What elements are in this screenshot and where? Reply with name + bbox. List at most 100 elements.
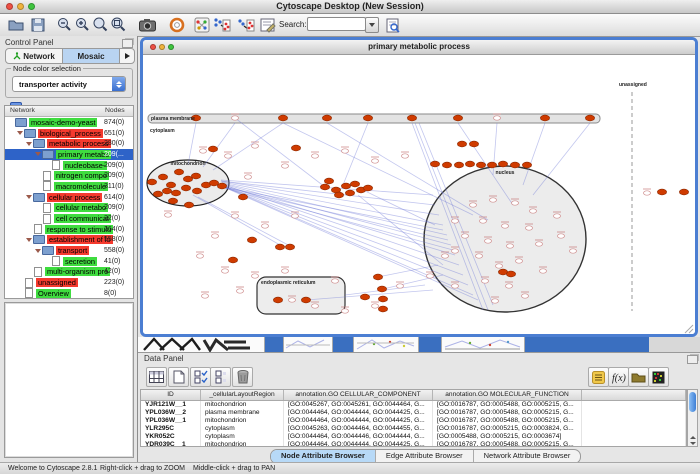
table-row[interactable]: YPL036W__1mitochondrion[GO:0044464, GO:0…	[141, 417, 686, 425]
graph-node[interactable]	[485, 239, 492, 243]
tree-row-biological-process[interactable]: biological_process651(0)	[5, 128, 133, 139]
table-cell[interactable]: [GO:0044464, GO:0044444, GO:0044425, G..…	[284, 417, 433, 425]
scroll-down-icon[interactable]	[689, 440, 696, 446]
graph-node[interactable]	[397, 284, 404, 288]
zoom-fit-icon[interactable]	[109, 16, 127, 34]
window-titlebar[interactable]: Cytoscape Desktop (New Session)	[0, 0, 700, 14]
graph-node-selected[interactable]	[407, 115, 416, 121]
graph-node[interactable]	[402, 154, 409, 158]
graph-node-selected[interactable]	[192, 188, 201, 194]
graph-node[interactable]	[516, 259, 523, 263]
table-cell[interactable]	[582, 409, 686, 417]
graph-node[interactable]	[237, 289, 244, 293]
background-window-edge[interactable]	[419, 337, 441, 352]
plasma-membrane-region[interactable]	[148, 114, 600, 123]
graph-node[interactable]	[225, 154, 232, 158]
new-attribute-icon[interactable]	[168, 367, 189, 387]
table-cell[interactable]	[582, 433, 686, 441]
graph-node-selected[interactable]	[334, 192, 343, 198]
table-cell[interactable]: YJR121W__1	[141, 401, 201, 409]
table-cell[interactable]	[582, 425, 686, 433]
unselect-attributes-icon[interactable]	[210, 367, 231, 387]
table-cell[interactable]: YDR039C__1	[141, 441, 201, 447]
graph-node-selected[interactable]	[442, 162, 451, 168]
network-window-titlebar[interactable]: primary metabolic process	[143, 40, 695, 55]
tree-row-multi-organism-pro[interactable]: multi-organism pro42(0)	[5, 267, 133, 278]
table-column-header[interactable]: _cellularLayoutRegion	[201, 390, 284, 400]
import-attributes-icon[interactable]	[628, 367, 649, 387]
graph-node-selected[interactable]	[171, 190, 180, 196]
table-row[interactable]: YPL036W__2plasma membrane[GO:0044464, GO…	[141, 409, 686, 417]
tree-row-overview[interactable]: Overview8(0)	[5, 288, 133, 299]
attribute-table[interactable]: ID_cellularLayoutRegionannotation.GO CEL…	[140, 389, 687, 447]
table-cell[interactable]: [GO:0016787, GO:0005488, GO:0005215, G..…	[433, 401, 582, 409]
background-window-thumbnail[interactable]	[138, 337, 265, 352]
float-panel-icon[interactable]	[122, 39, 133, 48]
graph-node-selected[interactable]	[522, 162, 531, 168]
tab-overflow-arrow[interactable]	[120, 49, 134, 63]
graph-node[interactable]	[200, 149, 207, 153]
graph-node-selected[interactable]	[217, 183, 226, 189]
graph-node[interactable]	[480, 219, 487, 223]
tree-row-unassigned[interactable]: unassigned223(0)	[5, 277, 133, 288]
search-dropdown-arrow[interactable]	[365, 17, 379, 33]
table-cell[interactable]: mitochondrion	[201, 441, 284, 447]
graph-node[interactable]	[289, 298, 296, 302]
graph-node[interactable]	[197, 254, 204, 258]
graph-node[interactable]	[332, 279, 339, 283]
graph-node[interactable]	[526, 226, 533, 230]
graph-node[interactable]	[452, 284, 459, 288]
select-attributes-icon[interactable]	[190, 367, 211, 387]
background-window-edge[interactable]	[525, 337, 649, 352]
graph-node-selected[interactable]	[238, 194, 247, 200]
table-cell[interactable]	[582, 441, 686, 447]
expand-arrow-icon[interactable]	[26, 142, 33, 146]
graph-node-selected[interactable]	[322, 115, 331, 121]
graph-node[interactable]	[507, 244, 514, 248]
graph-node[interactable]	[482, 279, 489, 283]
graph-node[interactable]	[494, 116, 501, 120]
tree-row-secretion[interactable]: secretion41(0)	[5, 256, 133, 267]
annotation-icon[interactable]	[259, 16, 277, 34]
graph-node[interactable]	[312, 304, 319, 308]
table-cell[interactable]	[582, 417, 686, 425]
graph-node[interactable]	[252, 274, 259, 278]
background-window-edge[interactable]	[333, 337, 353, 352]
snapshot-icon[interactable]	[138, 16, 156, 34]
table-cell[interactable]: [GO:0045263, GO:0044464, GO:0044455, G..…	[284, 425, 433, 433]
graph-node[interactable]	[644, 191, 651, 195]
graph-node[interactable]	[506, 284, 513, 288]
graph-node[interactable]	[452, 249, 459, 253]
background-window-thumbnail[interactable]	[441, 337, 525, 352]
graph-node-selected[interactable]	[506, 271, 515, 277]
graph-node[interactable]	[536, 242, 543, 246]
node-color-dropdown[interactable]: transporter activity	[12, 76, 126, 92]
graph-node-selected[interactable]	[278, 115, 287, 121]
graph-node-selected[interactable]	[465, 161, 474, 167]
graph-node[interactable]	[476, 254, 483, 258]
network-overview-icon[interactable]	[193, 16, 211, 34]
table-cell[interactable]: mitochondrion	[201, 401, 284, 409]
graph-node[interactable]	[252, 144, 259, 148]
graph-node[interactable]	[522, 294, 529, 298]
tree-row-establishment-of-lo[interactable]: establishment of lo558(0)	[5, 235, 133, 246]
graph-node-selected[interactable]	[345, 190, 354, 196]
graph-node-selected[interactable]	[181, 185, 190, 191]
resize-grip-icon[interactable]	[684, 324, 694, 334]
graph-node-selected[interactable]	[679, 189, 688, 195]
table-row[interactable]: YJR121W__1mitochondrion[GO:0045267, GO:0…	[141, 401, 686, 409]
tab-network[interactable]: Network	[6, 49, 63, 63]
tree-row-mosaic-demo-yeast[interactable]: mosaic-demo-yeast874(0)	[5, 117, 133, 128]
table-row[interactable]: YDR039C__1mitochondrion[GO:0044464, GO:0…	[141, 441, 686, 447]
graph-node-selected[interactable]	[476, 162, 485, 168]
graph-node-selected[interactable]	[377, 286, 386, 292]
graph-node-selected[interactable]	[191, 173, 200, 179]
tree-row-nucleobase-[interactable]: nucleobase-209(0)	[5, 160, 133, 171]
table-row[interactable]: YKR052Ccytoplasm[GO:0044464, GO:0044446,…	[141, 433, 686, 441]
tree-row-transport[interactable]: transport558(0)	[5, 245, 133, 256]
graph-node-selected[interactable]	[166, 182, 175, 188]
table-cell[interactable]	[582, 401, 686, 409]
graph-node-selected[interactable]	[454, 162, 463, 168]
table-cell[interactable]: YPL036W__2	[141, 409, 201, 417]
table-column-header[interactable]: ID	[141, 390, 201, 400]
